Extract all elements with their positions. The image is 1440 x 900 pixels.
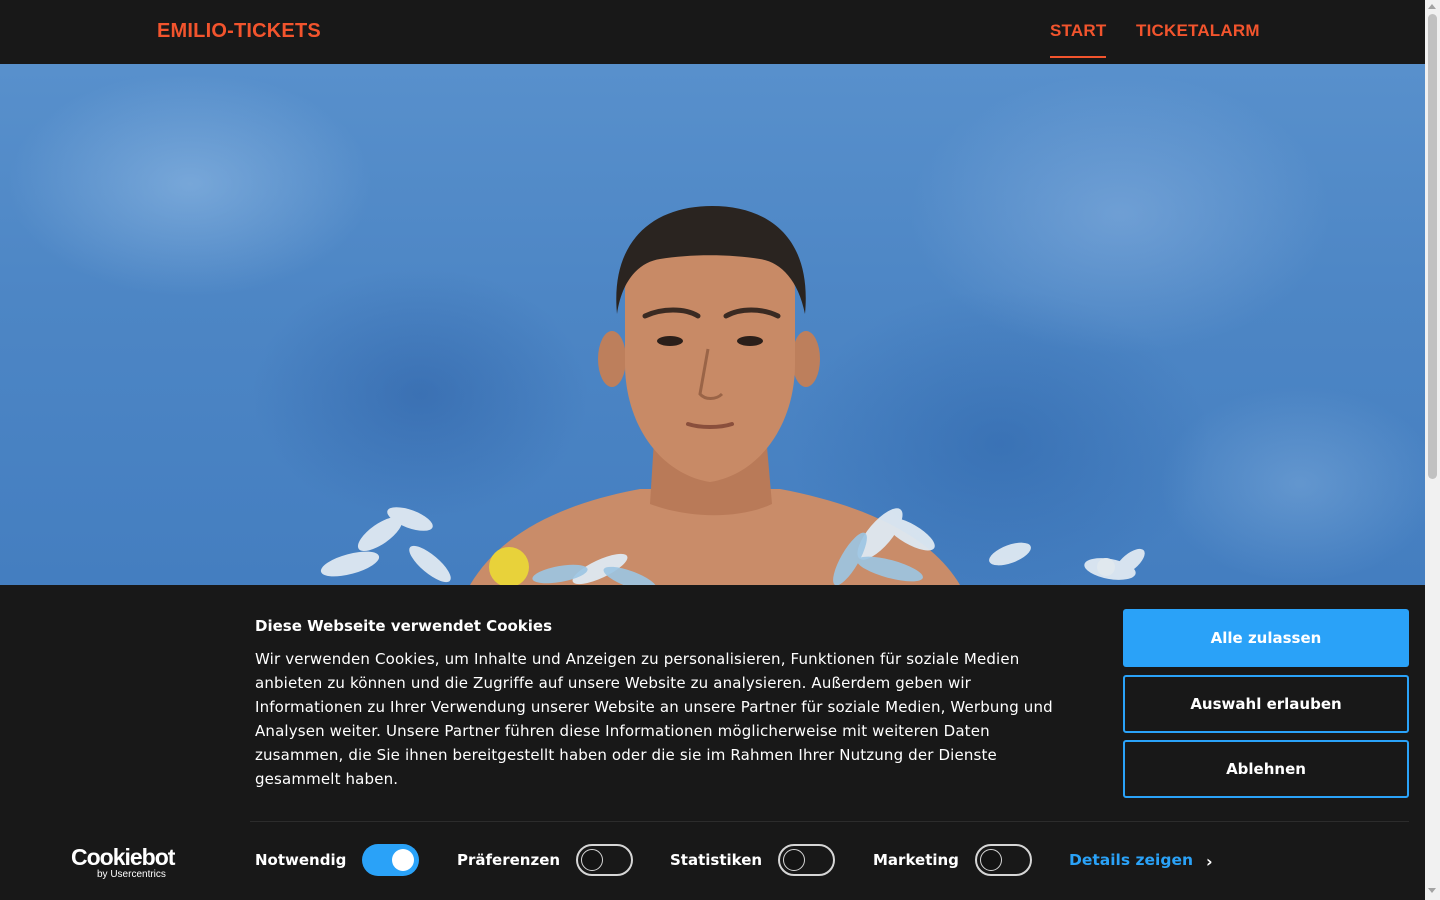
- scroll-down-icon[interactable]: [1428, 888, 1436, 893]
- toggle-label-necessary: Notwendig: [255, 851, 347, 869]
- page-scrollbar[interactable]: [1425, 0, 1440, 900]
- hero-image: [0, 64, 1425, 585]
- toggle-knob: [980, 849, 1002, 871]
- toggle-knob: [783, 849, 805, 871]
- cookiebot-logo-main: Cookiebot: [71, 844, 175, 870]
- allow-selection-button[interactable]: Auswahl erlauben: [1123, 675, 1409, 733]
- toggle-knob: [581, 849, 603, 871]
- cookiebot-logo: Cookiebot by Usercentrics: [71, 844, 175, 881]
- cookie-banner-text: Wir verwenden Cookies, um Inhalte und An…: [255, 650, 1053, 788]
- scroll-up-icon[interactable]: [1428, 4, 1436, 9]
- cookiebot-logo-sub: by Usercentrics: [97, 869, 166, 880]
- site-logo[interactable]: EMILIO-TICKETS: [157, 20, 321, 43]
- cookie-banner-divider: [250, 821, 1409, 822]
- cookie-banner: Cookiebot by Usercentrics Diese Webseite…: [0, 585, 1425, 900]
- toggle-label-marketing: Marketing: [873, 851, 959, 869]
- site-header: EMILIO-TICKETS START TICKETALARM: [0, 0, 1425, 64]
- details-link[interactable]: Details zeigen: [1069, 851, 1193, 869]
- nav-start[interactable]: START: [1050, 21, 1107, 58]
- toggle-preferences[interactable]: [576, 844, 633, 876]
- toggle-statistics[interactable]: [778, 844, 835, 876]
- toggle-label-statistics: Statistiken: [670, 851, 763, 869]
- toggle-label-preferences: Präferenzen: [457, 851, 561, 869]
- allow-all-button[interactable]: Alle zulassen: [1123, 609, 1409, 667]
- toggle-necessary[interactable]: [362, 844, 419, 876]
- toggle-marketing[interactable]: [975, 844, 1032, 876]
- hero-portrait-illustration: [320, 206, 1145, 585]
- toggle-knob: [392, 849, 414, 871]
- cookie-banner-title: Diese Webseite verwendet Cookies: [255, 617, 553, 635]
- decline-button[interactable]: Ablehnen: [1123, 740, 1409, 798]
- nav-ticketalarm[interactable]: TICKETALARM: [1136, 21, 1260, 41]
- chevron-right-icon[interactable]: ›: [1206, 852, 1213, 871]
- scrollbar-thumb[interactable]: [1428, 14, 1437, 479]
